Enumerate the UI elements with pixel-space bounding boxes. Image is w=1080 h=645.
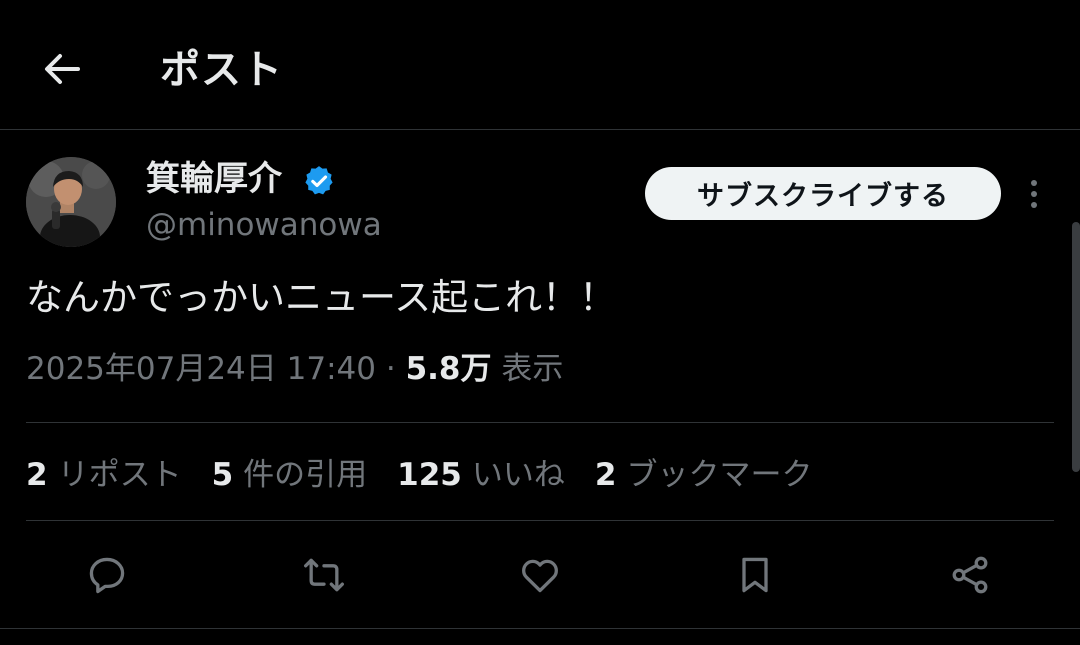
post-text: なんかでっかいニュース起これ！！ [26, 276, 617, 319]
views-label: 表示 [501, 351, 564, 387]
reply-icon [89, 557, 125, 594]
display-name[interactable]: 箕輪厚介 [146, 156, 282, 202]
arrow-left-icon [45, 54, 80, 84]
views-count: 5.8万 [405, 351, 492, 387]
back-button[interactable] [34, 44, 90, 94]
header-divider [0, 129, 1080, 130]
page-title: ポスト [160, 47, 283, 93]
divider-stats [26, 520, 1054, 521]
like-button[interactable] [513, 548, 567, 602]
stat-quotes-count: 5 [211, 457, 234, 493]
scrollbar[interactable] [1072, 222, 1080, 472]
stat-bookmarks-label: ブックマーク [626, 457, 813, 493]
avatar[interactable] [26, 157, 116, 247]
share-icon [952, 556, 988, 594]
top-app-bar: ポスト [0, 0, 1080, 130]
stat-quotes[interactable]: 5 件の引用 [212, 452, 368, 498]
heart-icon [522, 559, 558, 593]
stat-reposts[interactable]: 2 リポスト [26, 452, 182, 498]
bookmark-icon [742, 557, 768, 593]
stat-quotes-label: 件の引用 [243, 457, 368, 493]
repost-icon [304, 558, 344, 592]
user-handle[interactable]: @minowanowa [146, 204, 382, 246]
stat-likes[interactable]: 125 いいね [397, 452, 565, 498]
stat-likes-count: 125 [397, 457, 462, 493]
avatar-photo [26, 157, 116, 247]
divider-actions [0, 628, 1080, 629]
stat-bookmarks-count: 2 [594, 457, 617, 493]
verified-badge-icon[interactable] [302, 164, 336, 198]
repost-button[interactable] [297, 548, 351, 602]
bookmark-button[interactable] [728, 548, 782, 602]
more-options-button[interactable] [1016, 172, 1052, 216]
more-vertical-icon [1031, 180, 1037, 208]
meta-separator: · [385, 351, 396, 387]
stat-likes-label: いいね [471, 457, 565, 493]
share-button[interactable] [943, 548, 997, 602]
post-meta: 2025年07月24日 17:40 · 5.8万 表示 [26, 346, 563, 392]
stat-reposts-label: リポスト [57, 457, 182, 493]
subscribe-button[interactable]: サブスクライブする [645, 167, 1001, 220]
stat-reposts-count: 2 [26, 457, 48, 493]
stat-bookmarks[interactable]: 2 ブックマーク [595, 452, 813, 498]
engagement-stats: 2 リポスト 5 件の引用 125 いいね 2 ブックマーク [26, 452, 842, 498]
reply-button[interactable] [80, 548, 134, 602]
divider-meta [26, 422, 1054, 423]
post-detail-screen: ポスト 箕輪厚介 @minowanowa サブスクライブする なんかでっかいニュ… [0, 0, 1080, 645]
post-timestamp[interactable]: 2025年07月24日 17:40 [26, 351, 376, 387]
